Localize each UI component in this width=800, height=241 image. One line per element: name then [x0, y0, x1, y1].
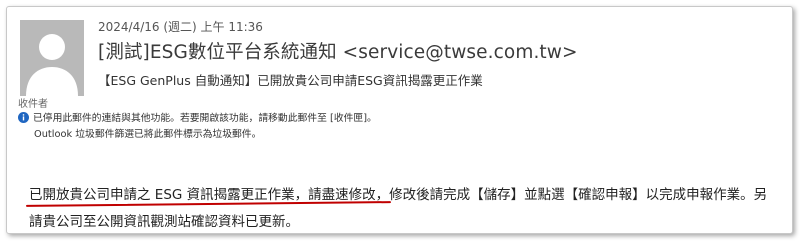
body-highlight-text: 已開放貴公司申請之 ESG 資訊揭露更正作業，請盡速修改 [29, 187, 376, 203]
recipients-label[interactable]: 收件者 [18, 95, 48, 110]
email-body-line-2: 請貴公司至公開資訊觀測站確認資料已更新。 [29, 214, 299, 230]
email-date: 2024/4/16 (週二) 上午 11:36 [98, 20, 263, 34]
email-subject: 【ESG GenPlus 自動通知】已開放貴公司申請ESG資訊揭露更正作業 [98, 73, 483, 88]
avatar [20, 20, 84, 96]
email-reading-pane: 2024/4/16 (週二) 上午 11:36 [測試]ESG數位平台系統通知 … [6, 6, 793, 234]
junk-mail-notice: Outlook 垃圾郵件篩選已將此郵件標示為垃圾郵件。 [34, 129, 262, 140]
notice-text: 已停用此郵件的連結與其他功能。若要開啟該功能，請移動此郵件至 [收件匣]。 [33, 113, 377, 124]
disabled-links-notice[interactable]: 已停用此郵件的連結與其他功能。若要開啟該功能，請移動此郵件至 [收件匣]。 [18, 110, 377, 124]
email-body-line-1: 已開放貴公司申請之 ESG 資訊揭露更正作業，請盡速修改，修改後請完成【儲存】並… [29, 183, 767, 203]
person-avatar-icon [20, 20, 84, 96]
body-rest-text: ，修改後請完成【儲存】並點選【確認申報】以完成申報作業。另 [375, 187, 768, 203]
email-sender[interactable]: [測試]ESG數位平台系統通知 <service@twse.com.tw> [98, 38, 578, 64]
info-icon [18, 111, 29, 123]
